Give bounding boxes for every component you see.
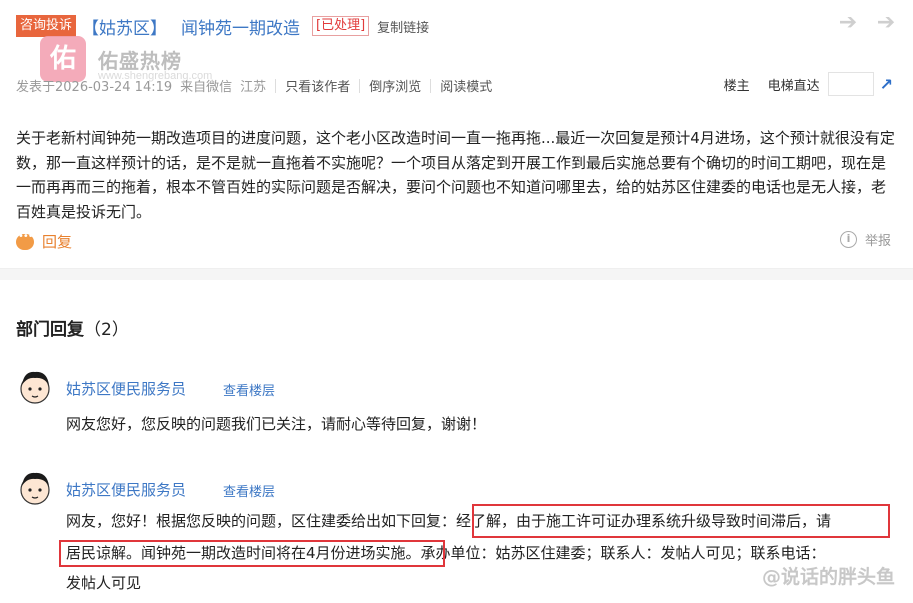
view-floor-link[interactable]: 查看楼层: [223, 380, 275, 399]
next-arrow-icon[interactable]: ➔: [875, 12, 897, 34]
post-location: 江苏: [240, 80, 267, 95]
post-header: 咨询投诉 【姑苏区】 闻钟苑一期改造 [已处理] 复制链接: [16, 14, 429, 39]
report-label: 举报: [864, 234, 891, 249]
post-nav: ➔ ➔: [837, 12, 897, 34]
report-button[interactable]: i 举报: [839, 230, 891, 249]
dept-reply-count: （2）: [84, 320, 129, 340]
dept-reply-heading: 部门回复（2）: [16, 315, 129, 340]
post-content: 关于老新村闻钟苑一期改造项目的进度问题，这个老小区改造时间一直一拖再拖...最近…: [16, 129, 895, 221]
reply-button[interactable]: 回复: [16, 231, 72, 252]
reply-author[interactable]: 姑苏区便民服务员: [66, 378, 186, 399]
status-badge: [已处理]: [312, 16, 370, 36]
reply-author[interactable]: 姑苏区便民服务员: [66, 479, 186, 500]
post-title: 闻钟苑一期改造: [181, 18, 301, 39]
reply-text-line: 发帖人可见: [66, 574, 142, 592]
post-source: 来自微信: [180, 80, 233, 95]
prev-arrow-icon[interactable]: ➔: [837, 12, 859, 34]
floor-input[interactable]: [827, 72, 874, 96]
divider: [430, 78, 432, 93]
info-icon: i: [839, 231, 857, 248]
post-meta: 发表于2026-03-24 14:19 来自微信 江苏 只看该作者 倒序浏览 阅…: [16, 76, 492, 95]
reply-label: 回复: [42, 233, 73, 251]
floor-owner-label: 楼主: [723, 78, 750, 94]
dept-reply-title: 部门回复: [16, 320, 84, 340]
reply-bubble-icon: [16, 231, 34, 250]
post-time: 发表于2026-03-24 14:19: [16, 80, 173, 95]
avatar: [20, 371, 50, 404]
highlight-box: [59, 540, 445, 567]
region-link[interactable]: 【姑苏区】: [82, 14, 167, 39]
jump-label: 电梯直达: [767, 78, 820, 94]
reply-text: 网友您好，您反映的问题我们已关注，请耐心等待回复，谢谢！: [66, 415, 487, 433]
jump-go-icon[interactable]: ↗: [880, 75, 893, 94]
floor-tools: 楼主 电梯直达 ↗: [724, 72, 893, 96]
avatar: [20, 472, 50, 505]
reading-mode-link[interactable]: 阅读模式: [440, 76, 492, 95]
section-divider: [0, 268, 913, 280]
divider: [275, 78, 277, 93]
divider: [359, 78, 361, 93]
watermark-text: @说话的胖头鱼: [761, 566, 895, 588]
copy-link-button[interactable]: 复制链接: [377, 17, 429, 36]
only-author-link[interactable]: 只看该作者: [285, 76, 350, 95]
consult-tag: 咨询投诉: [16, 15, 77, 37]
highlight-box: [472, 504, 890, 538]
view-floor-link[interactable]: 查看楼层: [223, 481, 275, 500]
reverse-browse-link[interactable]: 倒序浏览: [369, 76, 421, 95]
